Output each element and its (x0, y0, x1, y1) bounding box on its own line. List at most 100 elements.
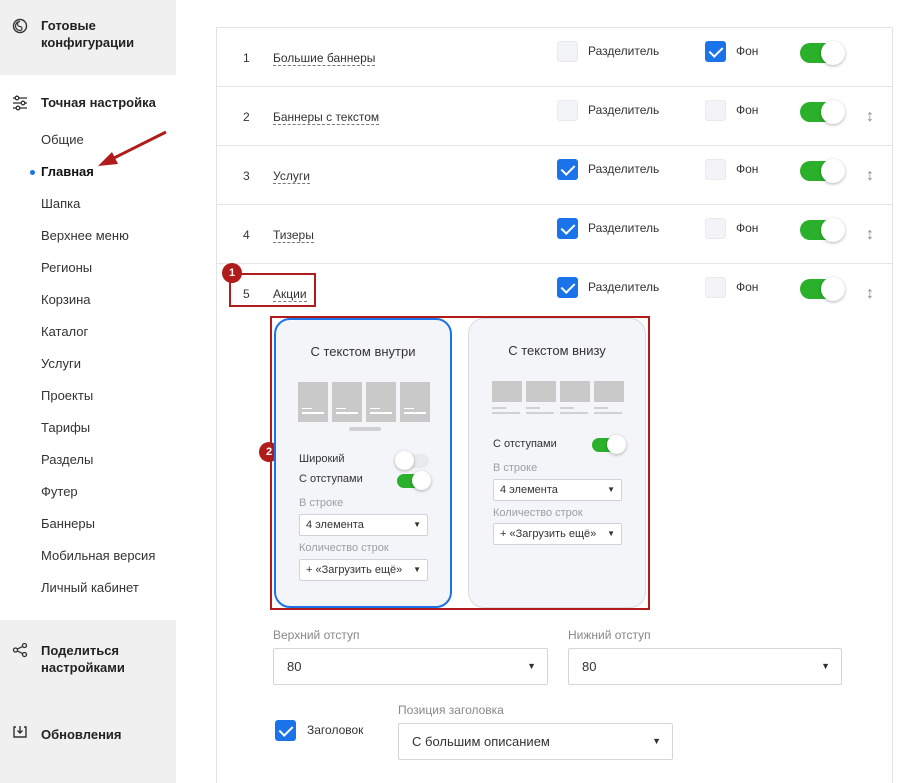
background-label: Фон (736, 103, 759, 117)
block-enabled-toggle[interactable] (800, 218, 845, 242)
padding-toggle[interactable] (592, 435, 626, 454)
layout-card-text-inside[interactable]: С текстом внутри Широкий С отступами В с… (274, 318, 452, 608)
sidebar-section-title: Обновления (41, 727, 122, 742)
sidebar-item-catalog[interactable]: Каталог (41, 324, 88, 339)
drag-handle-icon[interactable]: ↕ (864, 225, 876, 245)
heading-label: Заголовок (307, 723, 364, 737)
drag-handle-icon[interactable]: ↕ (864, 166, 876, 186)
active-indicator-dot (30, 170, 35, 175)
per-row-select[interactable]: 4 элемента ▼ (493, 479, 622, 501)
caret-down-icon: ▼ (652, 736, 661, 746)
background-label: Фон (736, 162, 759, 176)
background-checkbox[interactable] (705, 277, 726, 298)
caret-down-icon: ▼ (607, 485, 615, 494)
rows-count-label: Количество строк (299, 542, 389, 554)
preview-tile (400, 382, 430, 422)
padding-toggle[interactable] (397, 471, 431, 490)
sidebar-item-top-menu[interactable]: Верхнее меню (41, 228, 129, 243)
sidebar-item-header[interactable]: Шапка (41, 196, 80, 211)
top-offset-select[interactable]: 80 ▼ (273, 648, 548, 685)
preview-tile (298, 382, 328, 422)
preview-text-line (492, 412, 520, 414)
block-name-link[interactable]: Большие баннеры (273, 52, 376, 66)
sidebar-item-banners[interactable]: Баннеры (41, 516, 95, 531)
block-enabled-toggle[interactable] (800, 277, 845, 301)
sidebar-item-cart[interactable]: Корзина (41, 292, 91, 307)
rows-count-select[interactable]: + «Загрузить ещё» ▼ (493, 523, 622, 545)
wide-toggle[interactable] (395, 451, 429, 470)
divider-checkbox[interactable] (557, 100, 578, 121)
layout-card-title: С текстом внизу (508, 343, 606, 358)
padding-label: С отступами (493, 438, 557, 450)
block-enabled-toggle[interactable] (800, 100, 845, 124)
bottom-offset-label: Нижний отступ (568, 628, 651, 642)
preview-text-line (594, 412, 622, 414)
block-name-link[interactable]: Тизеры (273, 229, 314, 243)
per-row-label: В строке (493, 462, 538, 474)
callout-highlight-box (229, 273, 316, 307)
drag-handle-icon[interactable]: ↕ (864, 107, 876, 127)
drag-handle-icon[interactable]: ↕ (864, 284, 876, 304)
preview-tile (332, 382, 362, 422)
sidebar-section-title: Готовые конфигурации (41, 18, 135, 50)
annotation-arrow-icon (98, 130, 167, 166)
heading-checkbox[interactable] (275, 720, 296, 741)
sidebar-item-general[interactable]: Общие (41, 132, 84, 147)
share-icon (12, 642, 28, 658)
divider-checkbox[interactable] (557, 277, 578, 298)
block-row: 4 Тизеры Разделитель Фон ↕ (217, 205, 892, 264)
block-name-link[interactable]: Услуги (273, 170, 310, 184)
block-row: 1 Большие баннеры Разделитель Фон (217, 28, 892, 87)
preview-text-line (594, 407, 608, 409)
per-row-value: 4 элемента (306, 519, 364, 531)
block-row: 3 Услуги Разделитель Фон ↕ (217, 146, 892, 205)
preview-text-line (526, 412, 554, 414)
block-name-link[interactable]: Баннеры с текстом (273, 111, 380, 125)
sidebar-item-projects[interactable]: Проекты (41, 388, 93, 403)
per-row-select[interactable]: 4 элемента ▼ (299, 514, 428, 536)
sidebar-section-title: Поделиться настройками (41, 643, 125, 675)
background-checkbox[interactable] (705, 159, 726, 180)
rows-count-label: Количество строк (493, 507, 583, 519)
caret-down-icon: ▼ (413, 520, 421, 529)
divider-checkbox[interactable] (557, 41, 578, 62)
palette-icon (12, 18, 28, 34)
layout-card-text-below[interactable]: С текстом внизу С отступами В строке 4 э… (468, 318, 646, 608)
wide-label: Широкий (299, 453, 345, 465)
rows-count-select[interactable]: + «Загрузить ещё» ▼ (299, 559, 428, 581)
sidebar-section-updates[interactable]: Обновления (0, 705, 176, 783)
background-checkbox[interactable] (705, 100, 726, 121)
block-number: 2 (243, 110, 250, 124)
caret-down-icon: ▼ (821, 661, 830, 671)
divider-label: Разделитель (588, 162, 660, 176)
divider-checkbox[interactable] (557, 159, 578, 180)
preview-tile (594, 381, 624, 402)
caret-down-icon: ▼ (413, 565, 421, 574)
background-checkbox[interactable] (705, 41, 726, 62)
bottom-offset-select[interactable]: 80 ▼ (568, 648, 842, 685)
block-enabled-toggle[interactable] (800, 41, 845, 65)
background-label: Фон (736, 44, 759, 58)
sidebar-item-footer[interactable]: Футер (41, 484, 78, 499)
heading-position-select[interactable]: С большим описанием ▼ (398, 723, 673, 760)
callout-badge: 1 (222, 263, 242, 283)
sidebar-item-home[interactable]: Главная (41, 164, 94, 179)
sidebar-item-mobile[interactable]: Мобильная версия (41, 548, 155, 563)
divider-label: Разделитель (588, 103, 660, 117)
block-number: 1 (243, 51, 250, 65)
divider-checkbox[interactable] (557, 218, 578, 239)
padding-label: С отступами (299, 473, 363, 485)
sidebar-section-title[interactable]: Точная настройка (41, 95, 156, 110)
sidebar-section-ready-configs[interactable]: Готовые конфигурации (0, 0, 176, 75)
preview-text-line (560, 412, 588, 414)
sidebar-item-sections[interactable]: Разделы (41, 452, 93, 467)
sidebar-section-share[interactable]: Поделиться настройками (0, 620, 176, 705)
sidebar-item-tariffs[interactable]: Тарифы (41, 420, 90, 435)
sidebar-item-regions[interactable]: Регионы (41, 260, 92, 275)
sidebar-item-services[interactable]: Услуги (41, 356, 81, 371)
block-enabled-toggle[interactable] (800, 159, 845, 183)
sidebar-item-account[interactable]: Личный кабинет (41, 580, 139, 595)
block-number: 4 (243, 228, 250, 242)
block-row: 2 Баннеры с текстом Разделитель Фон ↕ (217, 87, 892, 146)
background-checkbox[interactable] (705, 218, 726, 239)
